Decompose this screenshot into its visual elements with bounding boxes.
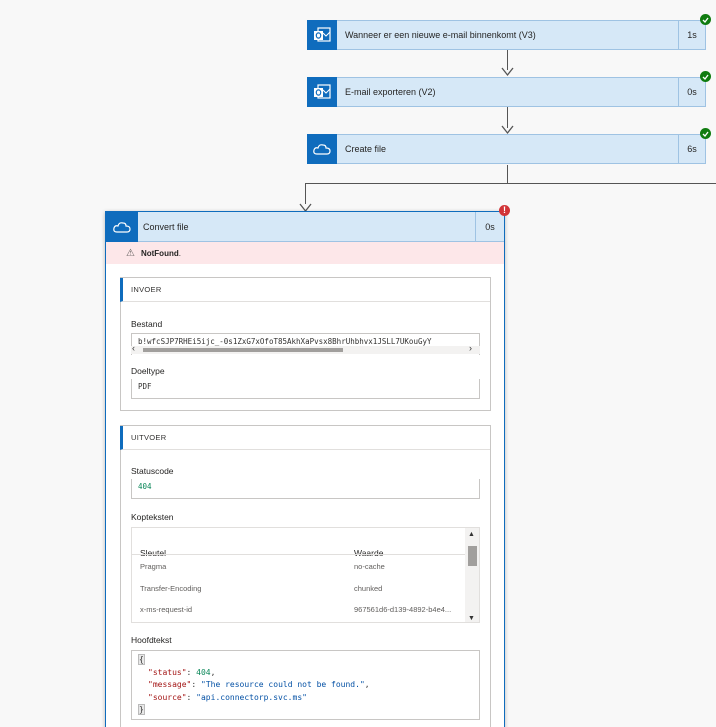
card-header[interactable]: Convert file 0s <box>106 211 504 242</box>
flow-step-export-email[interactable]: E-mail exporteren (V2) 0s <box>307 71 711 107</box>
step-title: Convert file <box>143 221 189 232</box>
arrow-down-icon <box>299 200 312 213</box>
outlook-icon <box>307 76 337 107</box>
flow-step-create-file[interactable]: Create file 6s <box>307 128 711 164</box>
connector <box>507 165 508 184</box>
error-banner: ⚠ NotFound. <box>106 242 504 264</box>
headers-table: Sleutel Waarde Pragma no-cache Transfer-… <box>131 527 480 623</box>
section-header[interactable]: INVOER <box>120 278 490 302</box>
flow-step-trigger[interactable]: Wanneer er een nieuwe e-mail binnenkomt … <box>307 14 711 50</box>
scrollbar-thumb[interactable] <box>143 348 343 352</box>
body-label: Hoofdtekst <box>131 635 172 645</box>
onedrive-icon <box>106 211 138 242</box>
step-title: E-mail exporteren (V2) <box>345 87 436 97</box>
step-title: Wanneer er een nieuwe e-mail binnenkomt … <box>345 30 536 40</box>
column-header-key: Sleutel <box>140 548 166 558</box>
outputs-section: UITVOER Statuscode 404 Kopteksten Sleute… <box>120 425 491 727</box>
step-duration: 1s <box>678 21 705 49</box>
step-title: Create file <box>345 144 387 154</box>
scroll-right-icon[interactable]: › <box>469 343 472 353</box>
section-header[interactable]: UITVOER <box>120 426 490 450</box>
status-code-label: Statuscode <box>131 466 174 476</box>
success-check-icon <box>700 71 711 82</box>
error-badge-icon: ! <box>499 205 510 216</box>
scroll-left-icon[interactable]: ‹ <box>132 343 135 353</box>
arrow-down-icon <box>501 122 514 135</box>
vertical-scrollbar[interactable]: ▲ ▼ <box>465 528 479 622</box>
headers-label: Kopteksten <box>131 512 174 522</box>
connector <box>305 183 716 184</box>
target-type-value: PDF <box>131 379 480 399</box>
step-duration: 6s <box>678 135 705 163</box>
onedrive-icon <box>307 133 337 164</box>
target-type-label: Doeltype <box>131 366 165 376</box>
success-check-icon <box>700 128 711 139</box>
outlook-icon <box>307 19 337 50</box>
column-header-value: Waarde <box>354 548 384 558</box>
inputs-section: INVOER Bestand b!wfcSJP7RHEi5ijc_-0s1ZxG… <box>120 277 491 411</box>
scroll-down-icon[interactable]: ▼ <box>468 615 475 622</box>
file-label: Bestand <box>131 319 163 329</box>
arrow-down-icon <box>501 64 514 77</box>
flow-step-convert-file-card: Convert file 0s ! ⚠ NotFound. INVOER Bes… <box>105 205 510 727</box>
scroll-up-icon[interactable]: ▲ <box>468 531 475 538</box>
body-json: { "status": 404, "message": "The resourc… <box>131 650 480 720</box>
scrollbar-thumb[interactable] <box>468 546 477 566</box>
horizontal-scrollbar[interactable]: ‹ › <box>131 343 480 354</box>
step-duration: 0s <box>475 211 504 242</box>
success-check-icon <box>700 14 711 25</box>
step-duration: 0s <box>678 78 705 106</box>
warning-icon: ⚠ <box>126 247 135 259</box>
status-code-value: 404 <box>131 479 480 499</box>
error-message: NotFound <box>140 248 179 258</box>
